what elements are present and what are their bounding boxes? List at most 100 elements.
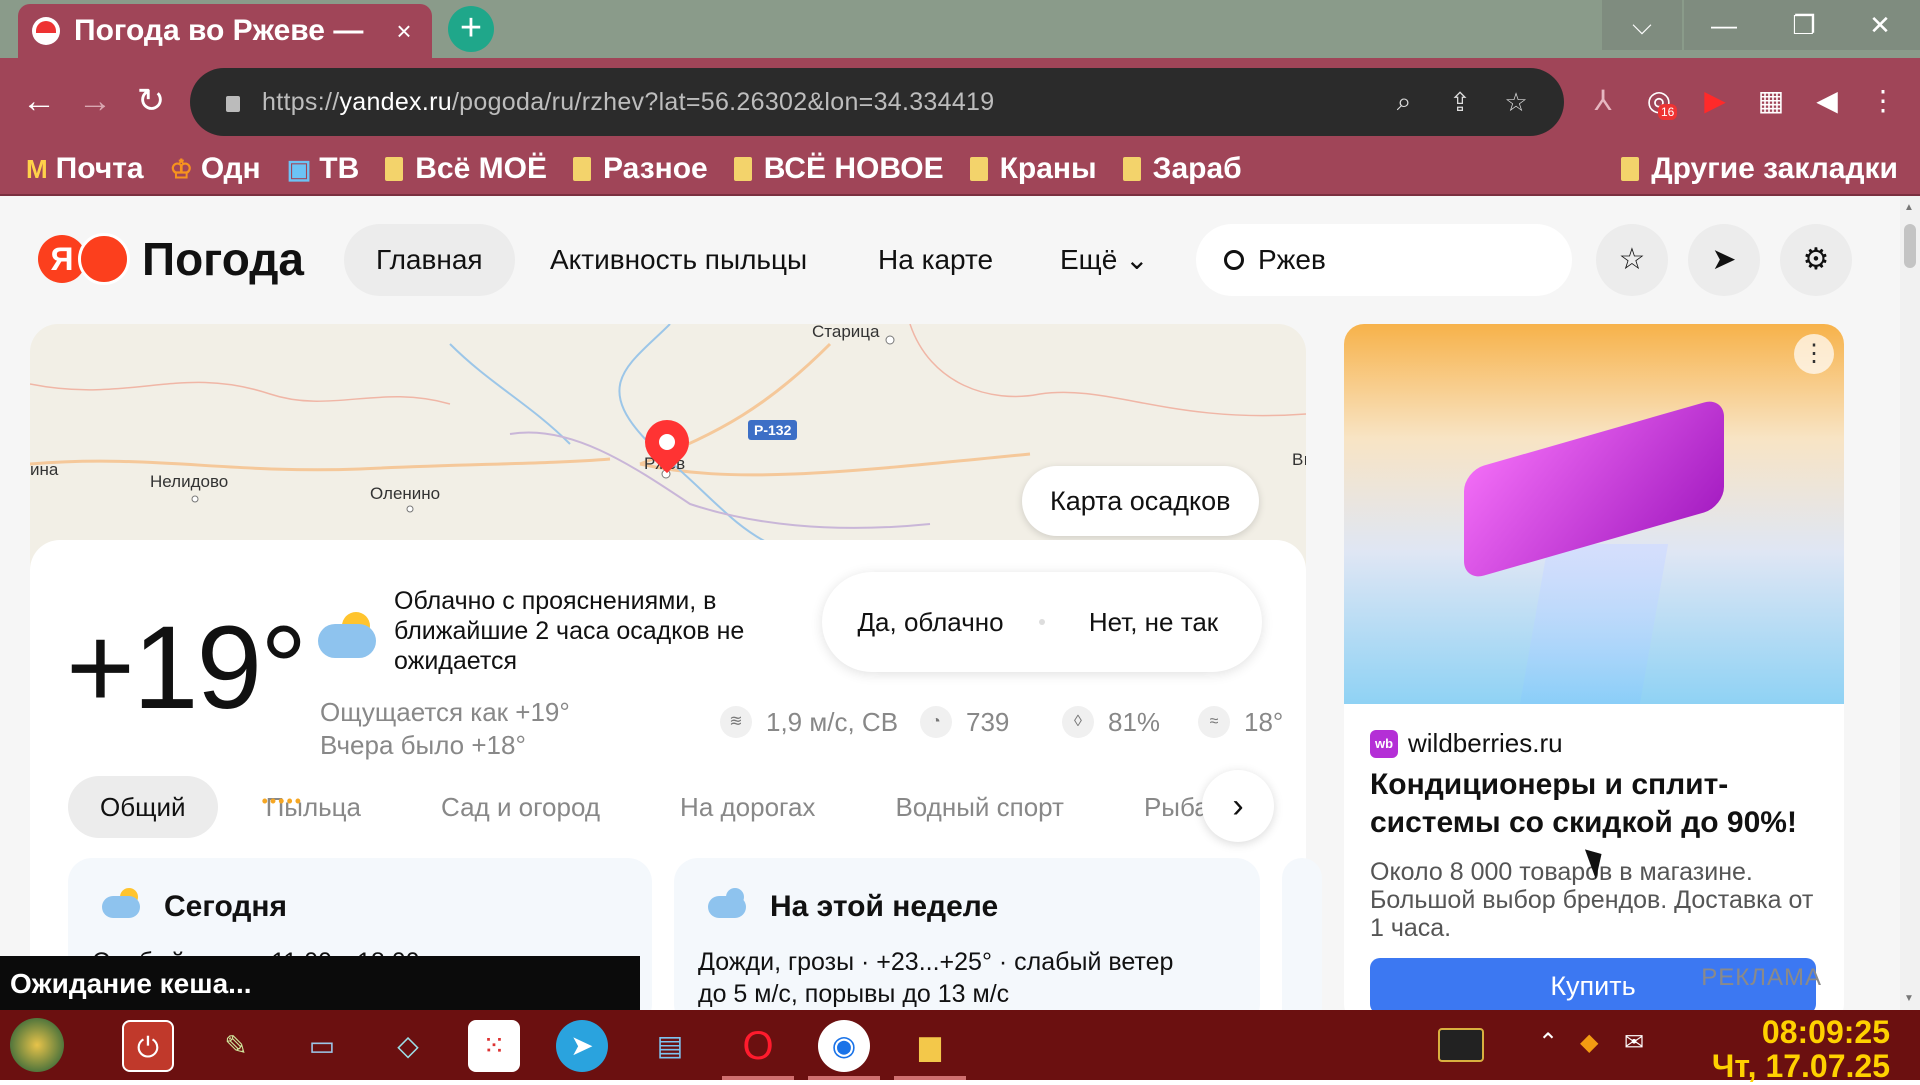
next-card-peek <box>1282 858 1322 1010</box>
search-icon <box>1224 250 1244 270</box>
map-label-staritsa: Старица <box>812 324 880 341</box>
tab-close-icon[interactable]: × <box>390 16 418 47</box>
extension-speed-icon[interactable]: ◎ 16 <box>1636 78 1682 124</box>
scroll-up-icon[interactable]: ▲ <box>1904 202 1914 213</box>
minimize-button[interactable]: — <box>1684 0 1764 50</box>
address-bar[interactable]: https://yandex.ru/pogoda/ru/rzhev?lat=56… <box>190 68 1564 136</box>
zoom-icon[interactable]: ⌕ <box>1376 86 1432 118</box>
tools-app-icon[interactable]: ✎ <box>210 1020 262 1072</box>
notes-app-icon[interactable]: ◇ <box>382 1020 434 1072</box>
city-search[interactable] <box>1196 224 1572 296</box>
ad-menu-icon[interactable]: ⋮ <box>1794 334 1834 374</box>
other-bookmarks[interactable]: Другие закладки <box>1621 152 1898 186</box>
weather-map[interactable]: Старица Ржев Нелидово Оленино ина Вı Р-1… <box>30 324 1306 574</box>
file-explorer-icon[interactable]: ▆ <box>904 1020 956 1072</box>
clock-time[interactable]: 08:09:25 <box>1762 1014 1890 1051</box>
nav-main[interactable]: Главная <box>344 224 515 296</box>
rain-cloud-icon <box>102 888 142 928</box>
close-window-button[interactable]: ✕ <box>1840 0 1920 50</box>
folder-icon <box>969 157 988 181</box>
folder-icon <box>385 157 404 181</box>
partly-cloudy-icon <box>318 612 380 658</box>
bookmark-folder-new[interactable]: ВСЁ НОВОЕ <box>733 152 944 186</box>
bookmark-mail[interactable]: M Почта <box>26 152 144 186</box>
nav-more[interactable]: Ещё ⌄ <box>1028 224 1181 296</box>
tab-water-sport[interactable]: Водный спорт <box>863 776 1096 838</box>
opera-icon[interactable]: O <box>732 1020 784 1072</box>
keyboard-tray-icon[interactable] <box>1438 1028 1484 1062</box>
restore-button[interactable]: ❐ <box>1764 0 1844 50</box>
url-text[interactable]: https://yandex.ru/pogoda/ru/rzhev?lat=56… <box>262 88 1376 117</box>
youtube-extension-icon[interactable]: ▶ <box>1692 78 1738 124</box>
tv-icon: ▣ <box>286 153 312 184</box>
today-title: Сегодня <box>164 890 288 923</box>
scroll-down-icon[interactable]: ▼ <box>1904 993 1914 1004</box>
browser-toolbar: ← → ↻ https://yandex.ru/pogoda/ru/rzhev?… <box>0 58 1920 144</box>
chrome-icon[interactable]: ◉ <box>818 1020 870 1072</box>
clock-date[interactable]: Чт, 17.07.25 <box>1712 1048 1890 1085</box>
vote-yes-button[interactable]: Да, облачно <box>822 606 1039 638</box>
back-arrow-icon[interactable]: ← <box>16 78 62 124</box>
advertisement[interactable]: ⋮ wb wildberries.ru Кондиционеры и сплит-… <box>1344 324 1844 1010</box>
browser-tab[interactable]: Погода во Ржеве — × <box>18 4 432 58</box>
computer-app-icon[interactable]: ▭ <box>296 1020 348 1072</box>
media-speaker-icon[interactable]: ◀ <box>1804 78 1850 124</box>
condition-text: Облачно с прояснениями, в ближайшие 2 ча… <box>394 587 745 675</box>
bookmark-folder-mine[interactable]: Всё МОЁ <box>385 152 547 186</box>
gmail-icon: M <box>26 153 48 184</box>
telegram-icon[interactable]: ➤ <box>556 1020 608 1072</box>
bookmark-star-icon[interactable]: ☆ <box>1488 87 1544 118</box>
humidity-drop-icon: ◊ <box>1062 706 1094 738</box>
folder-icon <box>573 157 592 181</box>
week-text: Дожди, грозы · +23...+25° · слабый ветер… <box>698 948 1174 1008</box>
forward-arrow-icon[interactable]: → <box>72 78 118 124</box>
start-button-icon[interactable] <box>10 1018 64 1072</box>
wind-icon: ≋ <box>720 706 752 738</box>
tab-general[interactable]: Общий <box>68 776 218 838</box>
tray-app-icon[interactable]: ◆ <box>1580 1028 1598 1057</box>
power-app-icon[interactable]: ⏻ <box>122 1020 174 1072</box>
pollen-dots-icon: ••••• <box>261 791 304 811</box>
nav-map[interactable]: На карте <box>846 224 1025 296</box>
bookmark-folder-earn[interactable]: Зараб <box>1122 152 1242 186</box>
yandex-weather-logo[interactable]: Я Погода <box>38 232 304 286</box>
tab-roads[interactable]: На дорогах <box>648 776 847 838</box>
bookmark-tv[interactable]: ▣ ТВ <box>287 152 360 186</box>
feels-like-text: Ощущается как +19° <box>320 697 570 727</box>
os-taskbar: ⏻ ✎ ▭ ◇ ⁙ ➤ ▤ O ◉ ▆ ⌃ ◆ ✉ 08:09:25 Чт, 1… <box>0 1010 1920 1084</box>
scroll-thumb[interactable] <box>1904 224 1916 268</box>
bookmark-folder-cranes[interactable]: Краны <box>969 152 1097 186</box>
share-icon[interactable]: ⇪ <box>1432 87 1488 118</box>
tab-garden[interactable]: Сад и огород <box>409 776 632 838</box>
mail-tray-icon[interactable]: ✉ <box>1624 1028 1644 1057</box>
pressure-gauge-icon: ◔ <box>920 706 952 738</box>
tab-search-icon[interactable]: ⌵ <box>1602 0 1682 50</box>
cache-status-toast: Ожидание кеша... <box>0 956 640 1010</box>
settings-gear-icon[interactable]: ⚙ <box>1780 224 1852 296</box>
water-temp-metric: ≈18° <box>1198 706 1283 738</box>
bookmark-ok[interactable]: ♔ Одн <box>170 152 261 186</box>
dice-app-icon[interactable]: ⁙ <box>468 1020 520 1072</box>
favorites-star-icon[interactable]: ☆ <box>1596 224 1668 296</box>
tray-expand-icon[interactable]: ⌃ <box>1538 1028 1558 1057</box>
reload-icon[interactable]: ↻ <box>128 78 174 124</box>
carousel-next-icon[interactable]: › <box>1202 770 1274 842</box>
weather-page: Я Погода Главная Активность пыльцы На ка… <box>0 196 1900 1010</box>
vote-no-button[interactable]: Нет, не так <box>1045 606 1262 638</box>
new-tab-button[interactable]: + <box>448 6 494 52</box>
bookmarks-bar: M Почта ♔ Одн ▣ ТВ Всё МОЁ Разное ВСЁ НОВОЕ… <box>0 144 1920 196</box>
browser-menu-icon[interactable]: ⋮ <box>1860 78 1906 124</box>
tab-pollen[interactable]: ••••• Пыльца <box>234 776 393 838</box>
odnoklassniki-icon: ♔ <box>169 153 193 184</box>
bookmark-folder-misc[interactable]: Разное <box>573 152 708 186</box>
folder-icon <box>733 157 752 181</box>
extension-translate-icon[interactable]: ⅄ <box>1580 78 1626 124</box>
precipitation-map-button[interactable]: Карта осадков <box>1022 466 1259 536</box>
network-app-icon[interactable]: ▤ <box>644 1020 696 1072</box>
week-card[interactable]: На этой неделе Дожди, грозы · +23...+25°… <box>674 858 1260 1010</box>
extensions-grid-icon[interactable]: ▦ <box>1748 78 1794 124</box>
locate-me-icon[interactable]: ➤ <box>1688 224 1760 296</box>
nav-pollen[interactable]: Активность пыльцы <box>518 224 839 296</box>
search-input[interactable] <box>1258 244 1518 276</box>
page-scrollbar[interactable]: ▲ ▼ <box>1900 196 1920 1010</box>
